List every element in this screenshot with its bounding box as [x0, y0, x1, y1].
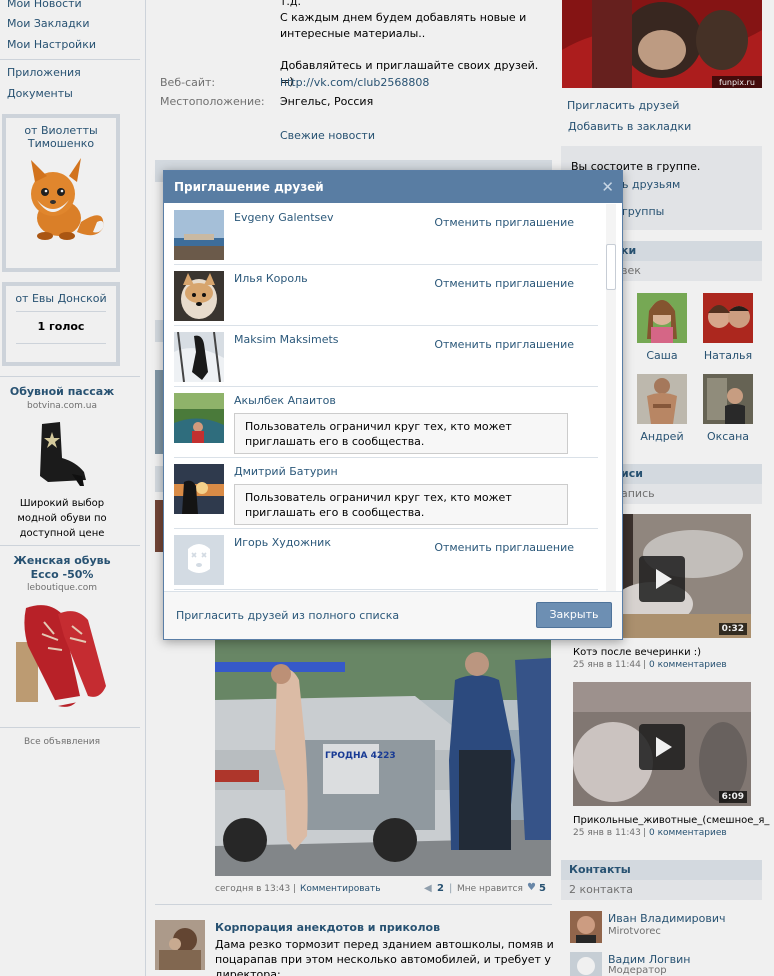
- invitee-name[interactable]: Илья Король: [234, 272, 308, 285]
- invitee-name[interactable]: Дмитрий Батурин: [234, 465, 338, 478]
- invite-friends-dialog: Приглашение друзей ✕ Evgeny Galentsev От…: [163, 170, 623, 640]
- dialog-footer: Пригласить друзей из полного списка Закр…: [164, 591, 622, 639]
- invitee-avatar[interactable]: [174, 393, 224, 443]
- restriction-notice: Пользователь ограничил круг тех, кто мож…: [234, 484, 568, 525]
- invitee-avatar[interactable]: [174, 271, 224, 321]
- list-item: Илья Король Отменить приглашение: [174, 265, 598, 326]
- list-item: Evgeny Galentsev Отменить приглашение: [174, 204, 598, 265]
- cancel-invite-link[interactable]: Отменить приглашение: [434, 541, 574, 554]
- close-button[interactable]: Закрыть: [536, 602, 612, 628]
- invitee-avatar[interactable]: [174, 464, 224, 514]
- invitee-list: Evgeny Galentsev Отменить приглашение Ил…: [164, 204, 622, 592]
- list-item: Дмитрий Батурин Пользователь ограничил к…: [174, 458, 598, 529]
- list-item: Игорь Художник Отменить приглашение: [174, 529, 598, 590]
- scrollbar-thumb[interactable]: [606, 244, 616, 290]
- cancel-invite-link[interactable]: Отменить приглашение: [434, 216, 574, 229]
- invitee-name[interactable]: Акылбек Апаитов: [234, 394, 336, 407]
- invitee-avatar[interactable]: [174, 332, 224, 382]
- list-item: Акылбек Апаитов Пользователь ограничил к…: [174, 387, 598, 458]
- invitee-name[interactable]: Maksim Maksimets: [234, 333, 339, 346]
- invite-from-full-list-link[interactable]: Пригласить друзей из полного списка: [176, 609, 399, 622]
- cancel-invite-link[interactable]: Отменить приглашение: [434, 277, 574, 290]
- restriction-notice: Пользователь ограничил круг тех, кто мож…: [234, 413, 568, 454]
- invitee-name[interactable]: Игорь Художник: [234, 536, 331, 549]
- dialog-title: Приглашение друзей: [164, 171, 622, 203]
- invitee-avatar-placeholder[interactable]: [174, 535, 224, 585]
- invitee-avatar[interactable]: [174, 210, 224, 260]
- list-item: Maksim Maksimets Отменить приглашение: [174, 326, 598, 387]
- close-icon[interactable]: ✕: [601, 179, 614, 195]
- cancel-invite-link[interactable]: Отменить приглашение: [434, 338, 574, 351]
- invitee-name[interactable]: Evgeny Galentsev: [234, 211, 334, 224]
